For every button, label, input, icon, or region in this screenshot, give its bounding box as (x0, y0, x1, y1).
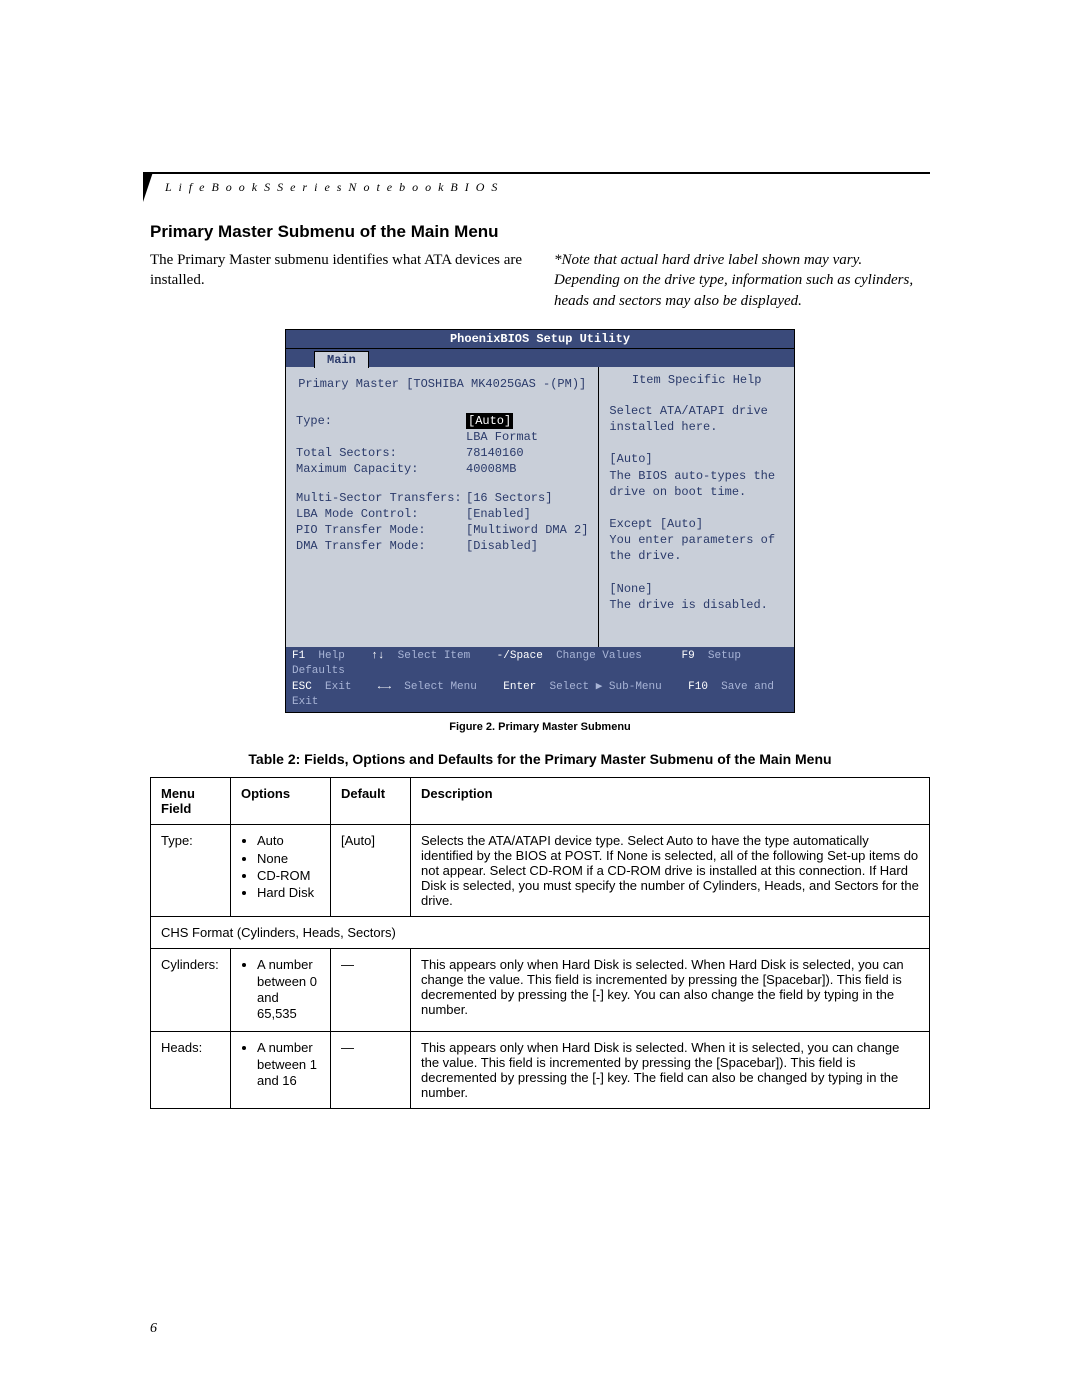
bios-panel: PhoenixBIOS Setup Utility Main Primary M… (285, 329, 795, 714)
bios-submenu-title: Primary Master [TOSHIBA MK4025GAS -(PM)] (296, 373, 588, 403)
cell-default: — (331, 949, 411, 1032)
page-number: 6 (150, 1321, 157, 1337)
field-dma-value[interactable]: [Disabled] (466, 538, 538, 554)
key-leftright-icon: ←→ (378, 681, 391, 693)
key-f9: F9 (682, 650, 695, 662)
field-lba-mode-label: LBA Mode Control: (296, 506, 466, 522)
field-pio-label: PIO Transfer Mode: (296, 522, 466, 538)
label-change-values: Change Values (556, 650, 642, 662)
label-select-sub: Select ▶ Sub-Menu (549, 681, 661, 693)
cell-menu-field: Heads: (151, 1032, 231, 1109)
bios-footer: F1 Help ↑↓ Select Item -/Space Change Va… (286, 647, 794, 713)
option-item: CD-ROM (257, 868, 320, 884)
cell-options: A number between 1 and 16 (231, 1032, 331, 1109)
cell-options: Auto NoneCD-ROMHard Disk (231, 825, 331, 917)
intro-left: The Primary Master submenu identifies wh… (150, 250, 526, 311)
th-description: Description (411, 778, 930, 825)
field-lba-mode-value[interactable]: [Enabled] (466, 506, 531, 522)
table-row: CHS Format (Cylinders, Heads, Sectors) (151, 917, 930, 949)
cell-description: This appears only when Hard Disk is sele… (411, 949, 930, 1032)
bios-help-text: Select ATA/ATAPI drive installed here. [… (609, 403, 784, 613)
bios-help-pane: Item Specific Help Select ATA/ATAPI driv… (599, 367, 794, 647)
label-help: Help (318, 650, 344, 662)
header-rule (150, 172, 930, 174)
bios-tab-main[interactable]: Main (314, 351, 369, 368)
page-content: Primary Master Submenu of the Main Menu … (150, 222, 930, 1109)
field-type-label: Type: (296, 413, 466, 429)
table-title: Table 2: Fields, Options and Defaults fo… (150, 751, 930, 767)
field-type-value[interactable]: [Auto] (466, 413, 513, 429)
field-multi-sector-label: Multi-Sector Transfers: (296, 490, 466, 506)
field-max-capacity-label: Maximum Capacity: (296, 461, 466, 477)
cell-menu-field: Type: (151, 825, 231, 917)
label-exit: Exit (325, 681, 351, 693)
cell-options: A number between 0 and 65,535 (231, 949, 331, 1032)
cell-default: [Auto] (331, 825, 411, 917)
table-row: Type: Auto NoneCD-ROMHard Disk [Auto]Select… (151, 825, 930, 917)
cell-description: Selects the ATA/ATAPI device type. Selec… (411, 825, 930, 917)
key-minus-space: -/Space (497, 650, 543, 662)
intro-note: *Note that actual hard drive label shown… (554, 250, 930, 311)
key-enter: Enter (503, 681, 536, 693)
bios-utility-title: PhoenixBIOS Setup Utility (286, 330, 794, 349)
figure-caption: Figure 2. Primary Master Submenu (150, 721, 930, 733)
field-max-capacity-value: 40008MB (466, 461, 516, 477)
lba-format-label: LBA Format (466, 429, 538, 445)
label-select-menu: Select Menu (404, 681, 477, 693)
field-total-sectors-label: Total Sectors: (296, 445, 466, 461)
cell-description: This appears only when Hard Disk is sele… (411, 1032, 930, 1109)
bios-left-pane: Primary Master [TOSHIBA MK4025GAS -(PM)]… (286, 367, 599, 647)
th-menu-field: Menu Field (151, 778, 231, 825)
option-item: A number between 1 and 16 (257, 1040, 320, 1089)
cell-default: — (331, 1032, 411, 1109)
table-section-cell: CHS Format (Cylinders, Heads, Sectors) (151, 917, 930, 949)
label-select-item: Select Item (398, 650, 471, 662)
key-esc: ESC (292, 681, 312, 693)
bios-menubar: Main (286, 349, 794, 367)
running-head: L i f e B o o k S S e r i e s N o t e b … (165, 180, 499, 195)
option-item: A number between 0 and 65,535 (257, 957, 320, 1022)
th-options: Options (231, 778, 331, 825)
field-multi-sector-value[interactable]: [16 Sectors] (466, 490, 552, 506)
th-default: Default (331, 778, 411, 825)
table-header-row: Menu Field Options Default Description (151, 778, 930, 825)
option-item: Auto (257, 833, 320, 849)
section-title: Primary Master Submenu of the Main Menu (150, 222, 930, 242)
table-row: Cylinders: A number between 0 and 65,535—… (151, 949, 930, 1032)
key-updown-icon: ↑↓ (371, 650, 384, 662)
option-item: Hard Disk (257, 885, 320, 901)
key-f10: F10 (688, 681, 708, 693)
table-row: Heads: A number between 1 and 16—This app… (151, 1032, 930, 1109)
field-pio-value[interactable]: [Multiword DMA 2] (466, 522, 588, 538)
key-f1: F1 (292, 650, 305, 662)
bios-help-title: Item Specific Help (609, 373, 784, 387)
field-dma-label: DMA Transfer Mode: (296, 538, 466, 554)
cell-menu-field: Cylinders: (151, 949, 231, 1032)
field-total-sectors-value: 78140160 (466, 445, 524, 461)
option-item: None (257, 851, 320, 867)
options-table: Menu Field Options Default Description T… (150, 777, 930, 1109)
header-wedge-icon (143, 172, 153, 202)
